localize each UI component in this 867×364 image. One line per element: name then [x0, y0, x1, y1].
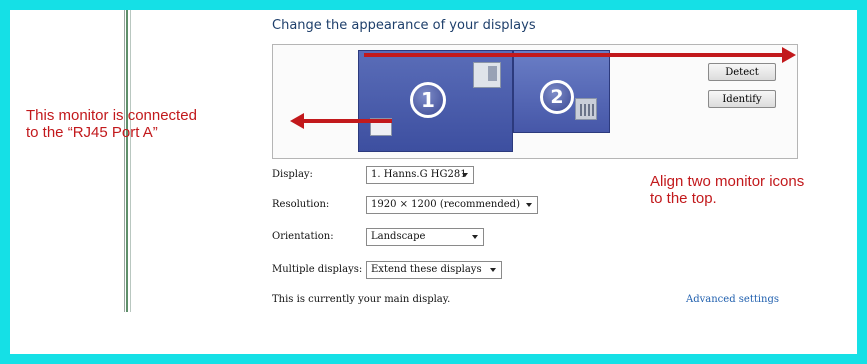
sidebar-divider	[124, 10, 125, 312]
chevron-down-icon	[472, 235, 478, 239]
multiple-displays-select-value: Extend these displays	[371, 264, 482, 275]
annotation-right-line1: Align two monitor icons	[650, 173, 805, 190]
arrow-left-head-icon	[290, 113, 304, 129]
display-label: Display:	[272, 169, 313, 180]
page-title: Change the appearance of your displays	[272, 18, 536, 33]
sidebar-divider	[126, 10, 128, 312]
identify-button[interactable]: Identify	[708, 90, 776, 108]
resolution-label: Resolution:	[272, 199, 330, 210]
multiple-displays-label: Multiple displays:	[272, 264, 363, 275]
status-text: This is currently your main display.	[272, 294, 451, 305]
monitor-1-number: 1	[410, 82, 446, 118]
display-select[interactable]: 1. Hanns.G HG281	[366, 166, 474, 184]
resolution-select-value: 1920 × 1200 (recommended)	[371, 199, 520, 210]
display-select-value: 1. Hanns.G HG281	[371, 169, 467, 180]
arrow-left-annotation	[304, 119, 392, 123]
orientation-select-value: Landscape	[371, 231, 426, 242]
arrow-right-annotation	[364, 53, 784, 57]
annotation-right: Align two monitor icons to the top.	[650, 173, 804, 207]
arrow-right-head-icon	[782, 47, 796, 63]
annotation-left-line2: to the “RJ45 Port A”	[26, 124, 158, 141]
display-settings-panel: Change the appearance of your displays 1…	[10, 10, 857, 354]
annotation-left-line1: This monitor is connected	[26, 107, 197, 124]
orientation-select[interactable]: Landscape	[366, 228, 484, 246]
annotation-right-line2: to the top.	[650, 190, 717, 207]
resolution-select[interactable]: 1920 × 1200 (recommended)	[366, 196, 538, 214]
advanced-settings-link[interactable]: Advanced settings	[686, 294, 779, 305]
chevron-down-icon	[490, 268, 496, 272]
orientation-label: Orientation:	[272, 231, 334, 242]
sidebar-divider	[130, 10, 131, 312]
monitor-2-number: 2	[540, 80, 574, 114]
chevron-down-icon	[462, 173, 468, 177]
window-thumbnail-icon	[575, 98, 597, 120]
window-thumbnail-icon	[473, 62, 501, 88]
annotation-left: This monitor is connected to the “RJ45 P…	[26, 107, 197, 141]
detect-button[interactable]: Detect	[708, 63, 776, 81]
multiple-displays-select[interactable]: Extend these displays	[366, 261, 502, 279]
chevron-down-icon	[526, 203, 532, 207]
